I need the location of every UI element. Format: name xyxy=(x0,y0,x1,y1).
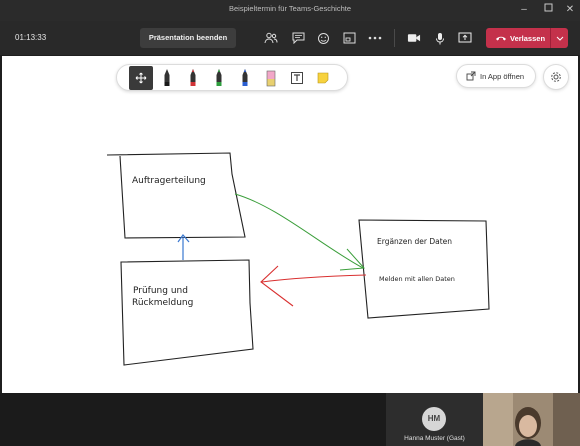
box-pruefung xyxy=(120,259,254,366)
open-in-app-button[interactable]: In App öffnen xyxy=(456,64,536,88)
whiteboard-drawing: Auftragerteilung Prüfung und Rückmeldung… xyxy=(106,152,490,366)
pen-green-icon[interactable] xyxy=(207,66,231,90)
text-tool-icon[interactable] xyxy=(285,66,309,90)
window-title: Beispieltermin für Teams-Geschichte xyxy=(229,4,351,13)
reactions-icon[interactable] xyxy=(316,31,330,45)
phone-hangup-icon xyxy=(495,33,507,45)
participant-tile[interactable]: HM Hanna Muster (Gast) xyxy=(386,393,483,446)
whiteboard-toolbar xyxy=(116,64,348,91)
participants-icon[interactable] xyxy=(264,31,278,45)
chevron-down-icon[interactable] xyxy=(550,28,568,48)
box-label-pruefung-2: Rückmeldung xyxy=(132,298,193,308)
breakout-rooms-icon[interactable] xyxy=(342,31,356,45)
chat-icon[interactable] xyxy=(291,31,305,45)
open-in-app-label: In App öffnen xyxy=(480,72,525,81)
maximize-icon[interactable] xyxy=(540,2,556,18)
microphone-icon[interactable] xyxy=(433,31,447,45)
minimize-icon[interactable]: – xyxy=(516,2,532,18)
share-icon[interactable] xyxy=(458,31,472,45)
box-label-auftrag: Auftragerteilung xyxy=(132,176,206,186)
leave-button-label: Verlassen xyxy=(510,34,546,43)
participant-strip: HM Hanna Muster (Gast) xyxy=(0,393,580,446)
box-auftragerteilung xyxy=(106,152,246,239)
camera-icon[interactable] xyxy=(407,31,421,45)
move-tool-icon[interactable] xyxy=(129,66,153,90)
toolbar-divider xyxy=(394,29,395,47)
box-ergaenzen xyxy=(358,219,490,319)
red-arrow xyxy=(261,274,367,283)
red-arrowhead xyxy=(260,265,294,307)
sticky-note-icon[interactable] xyxy=(311,66,335,90)
meeting-timer: 01:13:33 xyxy=(15,33,47,42)
box-label-pruefung-1: Prüfung und xyxy=(133,286,188,296)
pen-black-icon[interactable] xyxy=(155,66,179,90)
meeting-toolbar: 01:13:33 Präsentation beenden Verlassen xyxy=(0,21,580,55)
teams-window: Beispieltermin für Teams-Geschichte – ✕ … xyxy=(0,0,580,446)
pen-blue-icon[interactable] xyxy=(233,66,257,90)
green-arrow xyxy=(234,193,364,269)
avatar: HM xyxy=(422,407,446,431)
pen-red-icon[interactable] xyxy=(181,66,205,90)
self-video-tile[interactable] xyxy=(483,393,580,446)
title-bar: Beispieltermin für Teams-Geschichte – ✕ xyxy=(0,0,580,21)
highlighter-icon[interactable] xyxy=(259,66,283,90)
gear-icon[interactable] xyxy=(543,64,569,90)
video-feed-image xyxy=(483,393,580,446)
open-external-icon xyxy=(466,71,476,83)
end-presentation-button[interactable]: Präsentation beenden xyxy=(140,28,236,48)
close-icon[interactable]: ✕ xyxy=(562,2,578,18)
participant-name: Hanna Muster (Gast) xyxy=(404,435,465,442)
whiteboard-canvas[interactable]: Auftragerteilung Prüfung und Rückmeldung… xyxy=(2,56,578,393)
box-label-daten-2: Melden mit allen Daten xyxy=(379,275,455,283)
box-label-daten-1: Ergänzen der Daten xyxy=(377,237,452,246)
leave-button[interactable]: Verlassen xyxy=(486,28,568,48)
more-icon[interactable] xyxy=(368,31,382,45)
